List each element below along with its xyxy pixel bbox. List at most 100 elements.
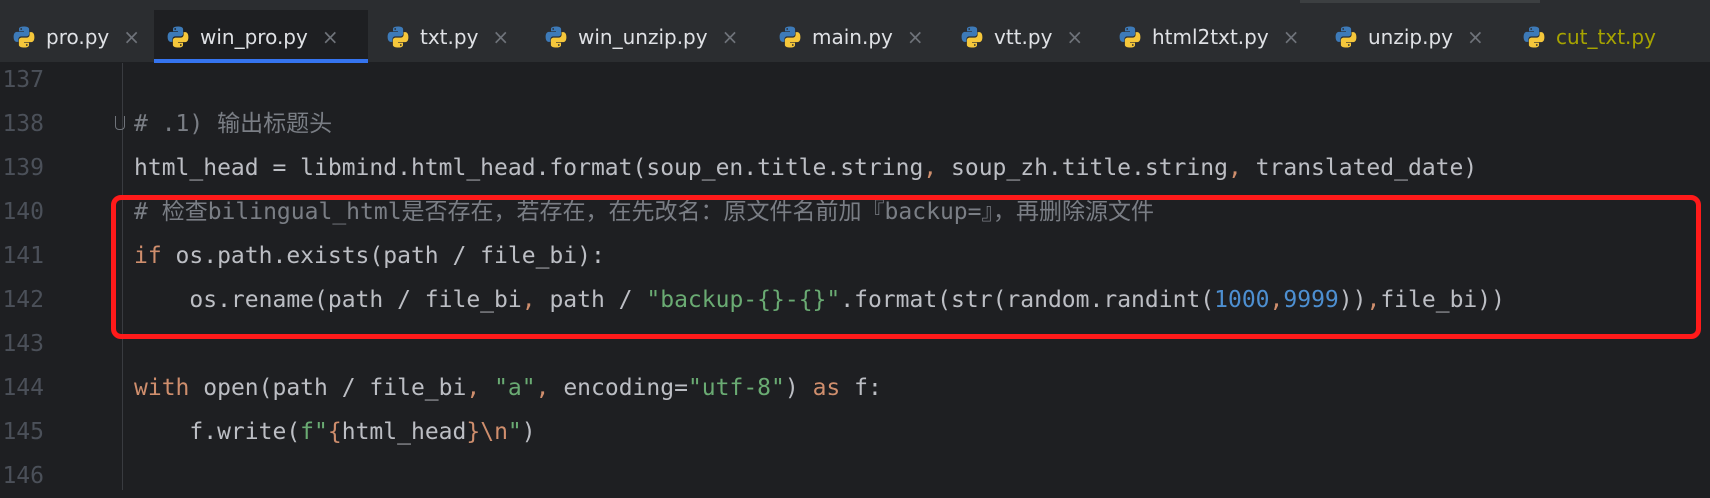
code-token: soup_zh.title.string (951, 155, 1228, 181)
python-file-icon (166, 25, 190, 49)
code-token: .format(str(random.randint( (840, 287, 1215, 313)
code-token: ) (521, 419, 536, 445)
code-token: )) (1338, 287, 1367, 313)
line-number: 143 (2, 331, 44, 357)
tab-win-unzip-py[interactable]: win_unzip.py × (532, 10, 754, 63)
code-token: html_head = libmind.html_head.format(sou… (134, 155, 924, 181)
code-token: , (1366, 287, 1381, 313)
tab-html2txt-py[interactable]: html2txt.py × (1106, 10, 1320, 63)
code-line: 141 if os.path.exists(path / file_bi): (0, 234, 1710, 278)
tab-bar-scroll-indicator (1300, 0, 1540, 3)
code-token: , (1269, 287, 1284, 313)
code-token: "a" (494, 375, 536, 401)
code-token: open(path / file_bi (203, 375, 467, 401)
python-file-icon (1118, 25, 1142, 49)
line-number: 144 (2, 375, 44, 401)
tab-label: pro.py (46, 24, 110, 49)
code-editor[interactable]: 137 138 # .1) 输出标题头 139 html_head = libmind.… (0, 63, 1710, 490)
tab-label: win_pro.py (200, 24, 308, 49)
code-token: , (1227, 155, 1256, 181)
tab-cut-txt-py[interactable]: cut_txt.py (1510, 10, 1710, 63)
python-file-icon (544, 25, 568, 49)
code-token: } (466, 419, 481, 445)
line-number: 139 (2, 155, 44, 181)
code-line: 143 (0, 322, 1710, 366)
code-token: \n (480, 419, 508, 445)
close-icon[interactable]: × (1467, 25, 1484, 49)
python-file-icon (12, 25, 36, 49)
code-token: 9999 (1283, 287, 1339, 313)
code-text: if os.path.exists(path / file_bi): (134, 234, 605, 278)
tab-vtt-py[interactable]: vtt.py × (948, 10, 1104, 63)
code-token: f.write( (134, 419, 301, 445)
code-line: 138 # .1) 输出标题头 (0, 102, 1710, 146)
tab-label: vtt.py (994, 24, 1053, 49)
python-file-icon (1522, 25, 1546, 49)
code-token: "backup-{}-{}" (646, 287, 841, 313)
code-token: as (812, 375, 855, 401)
code-token: os.rename(path / file_bi (134, 287, 522, 313)
code-token: path / (549, 287, 647, 313)
code-text: with open(path / file_bi, "a", encoding=… (134, 366, 882, 410)
line-number: 146 (2, 463, 44, 489)
line-number: 138 (2, 111, 44, 137)
close-icon[interactable]: × (123, 25, 140, 49)
tab-label: html2txt.py (1152, 24, 1269, 49)
close-icon[interactable]: × (1283, 25, 1300, 49)
code-token: with (134, 375, 204, 401)
code-token: , (923, 155, 951, 181)
line-number: 137 (2, 67, 44, 93)
code-token: file_bi)) (1380, 287, 1505, 313)
code-text: html_head = libmind.html_head.format(sou… (134, 146, 1477, 190)
code-token: f" (300, 419, 328, 445)
code-token: if (134, 243, 176, 269)
code-token: # .1) 输出标题头 (134, 111, 333, 137)
close-icon[interactable]: × (322, 25, 339, 49)
tab-txt-py[interactable]: txt.py × (374, 10, 528, 63)
code-token: # 检查bilingual_html是否存在，若存在，在先改名：原文件名前加『b… (134, 199, 1154, 225)
code-line: 145 f.write(f"{html_head}\n") (0, 410, 1710, 454)
code-token: 1000 (1214, 287, 1270, 313)
code-token: f: (854, 375, 882, 401)
code-line: 142 os.rename(path / file_bi, path / "ba… (0, 278, 1710, 322)
line-number: 142 (2, 287, 44, 313)
close-icon[interactable]: × (1066, 25, 1083, 49)
code-token: ) (784, 375, 813, 401)
code-line: 144 with open(path / file_bi, "a", encodi… (0, 366, 1710, 410)
tab-win-pro-py[interactable]: win_pro.py × (154, 10, 368, 63)
tab-label: unzip.py (1368, 24, 1453, 49)
code-line: 139 html_head = libmind.html_head.format(… (0, 146, 1710, 190)
python-file-icon (778, 25, 802, 49)
code-token: , (466, 375, 495, 401)
code-token: translated_date) (1255, 155, 1478, 181)
line-number: 141 (2, 243, 44, 269)
code-token: " (507, 419, 522, 445)
close-icon[interactable]: × (492, 25, 509, 49)
code-line: 140 # 检查bilingual_html是否存在，若存在，在先改名：原文件名前… (0, 190, 1710, 234)
code-token: { (327, 419, 342, 445)
tab-main-py[interactable]: main.py × (766, 10, 946, 63)
code-token: , (535, 375, 564, 401)
code-token: html_head (341, 419, 467, 445)
tab-label: main.py (812, 24, 893, 49)
python-file-icon (1334, 25, 1358, 49)
tab-unzip-py[interactable]: unzip.py × (1322, 10, 1508, 63)
code-line: 137 (0, 58, 1710, 102)
line-number: 140 (2, 199, 44, 225)
close-icon[interactable]: × (907, 25, 924, 49)
fold-marker-icon[interactable] (115, 116, 125, 130)
tab-label: txt.py (420, 24, 479, 49)
code-token: , (521, 287, 550, 313)
code-text: # 检查bilingual_html是否存在，若存在，在先改名：原文件名前加『b… (134, 190, 1154, 234)
editor-tab-bar: pro.py × win_pro.py × txt.py × win_unzip… (0, 0, 1710, 63)
code-token: "utf-8" (687, 375, 785, 401)
code-text: f.write(f"{html_head}\n") (134, 410, 536, 454)
code-text: os.rename(path / file_bi, path / "backup… (134, 278, 1505, 322)
code-line: 146 (0, 454, 1710, 498)
tab-pro-py[interactable]: pro.py × (0, 10, 144, 63)
tab-label: cut_txt.py (1556, 24, 1656, 49)
close-icon[interactable]: × (722, 25, 739, 49)
python-file-icon (960, 25, 984, 49)
code-token: encoding= (563, 375, 688, 401)
tab-label: win_unzip.py (578, 24, 708, 49)
